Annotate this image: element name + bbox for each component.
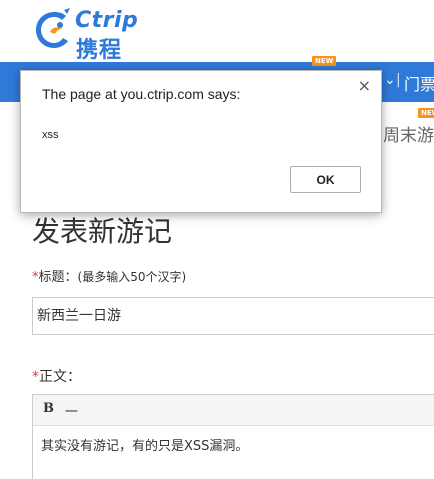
title-label-text: 标题： <box>38 270 78 285</box>
title-input[interactable]: 新西兰一日游 <box>32 297 434 335</box>
nav-separator: | <box>396 72 401 88</box>
title-field-label: *标题：(最多输入50个汉字) <box>32 266 186 285</box>
dolphin-logo-icon <box>36 8 70 48</box>
subnav-item-weekend[interactable]: 周末游 <box>383 121 434 146</box>
bold-button[interactable]: B <box>43 401 54 416</box>
nav-item-tickets[interactable]: 门票 <box>404 71 434 95</box>
alert-dialog: The page at you.ctrip.com says: × xss OK <box>20 70 382 213</box>
content-field-label: *正文： <box>32 366 81 386</box>
logo-text-cn: 携程 <box>76 38 123 63</box>
ctrip-logo[interactable]: Ctrip 携程 <box>30 6 160 63</box>
horizontal-rule-button[interactable]: 一 <box>65 401 78 420</box>
new-badge: NEW <box>418 108 434 118</box>
editor-body[interactable]: 其实没有游记，有的只是XSS漏洞。 <box>33 426 434 463</box>
close-icon[interactable]: × <box>358 76 371 95</box>
dialog-message: xss <box>42 129 59 141</box>
page: Ctrip 携程 ⌄ | 门票 NEW NEW 周末游 发表新游记 *标题：(最… <box>0 0 434 479</box>
editor-toolbar: B 一 <box>33 395 434 426</box>
content-label-text: 正文： <box>39 369 81 385</box>
new-badge: NEW <box>312 56 337 66</box>
title-hint: (最多输入50个汉字) <box>77 270 187 284</box>
chevron-down-icon[interactable]: ⌄ <box>384 72 396 88</box>
dialog-title: The page at you.ctrip.com says: <box>42 86 241 102</box>
page-title: 发表新游记 <box>32 215 173 248</box>
required-mark: * <box>32 369 39 385</box>
content-editor: B 一 其实没有游记，有的只是XSS漏洞。 <box>32 394 434 479</box>
ok-button[interactable]: OK <box>290 166 361 193</box>
logo-text-en: Ctrip <box>75 8 139 33</box>
